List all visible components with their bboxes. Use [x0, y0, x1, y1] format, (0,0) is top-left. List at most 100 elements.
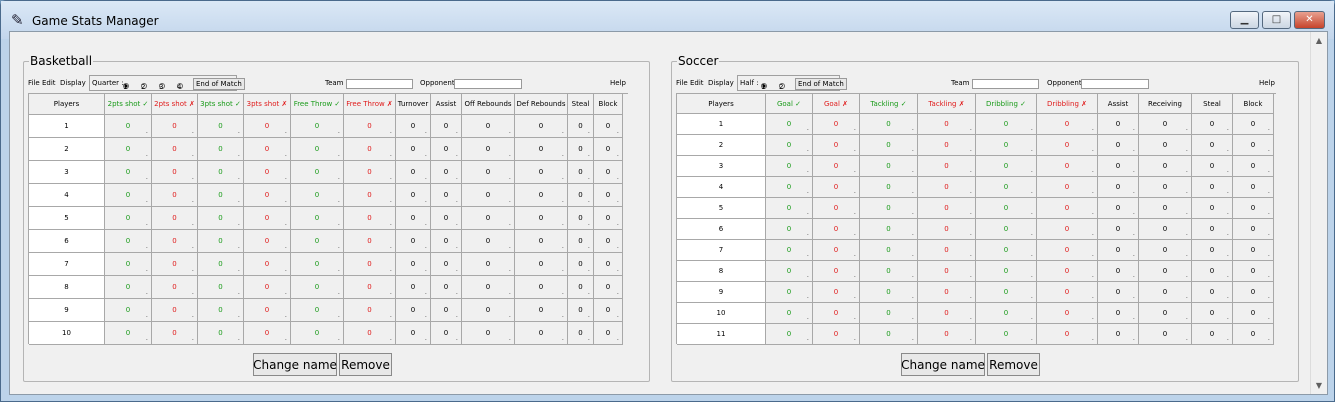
basketball-stat-cell[interactable]: 0.: [291, 230, 344, 253]
soccer-stat-cell[interactable]: 0.: [1098, 240, 1139, 261]
soccer-stat-cell[interactable]: 0.: [1139, 240, 1192, 261]
soccer-stat-cell[interactable]: 0.: [860, 177, 918, 198]
basketball-stat-cell[interactable]: 0.: [515, 299, 568, 322]
basketball-player-name-cell[interactable]: 8: [29, 276, 105, 299]
basketball-stat-cell[interactable]: 0.: [396, 276, 431, 299]
basketball-stat-cell[interactable]: 0.: [244, 253, 291, 276]
soccer-stat-cell[interactable]: 0.: [1192, 240, 1233, 261]
soccer-stat-cell[interactable]: 0.: [1098, 282, 1139, 303]
soccer-stat-cell[interactable]: 0.: [813, 177, 860, 198]
soccer-stat-cell[interactable]: 0.: [1192, 114, 1233, 135]
soccer-stat-cell[interactable]: 0.: [918, 198, 976, 219]
soccer-stat-cell[interactable]: 0.: [1233, 282, 1274, 303]
basketball-stat-cell[interactable]: 0.: [152, 138, 198, 161]
basketball-opponent-input[interactable]: [454, 79, 522, 89]
basketball-stat-cell[interactable]: 0.: [244, 322, 291, 345]
basketball-stat-cell[interactable]: 0.: [462, 184, 515, 207]
basketball-stat-cell[interactable]: 0.: [594, 299, 623, 322]
soccer-menu-edit[interactable]: Edit: [690, 79, 704, 87]
basketball-stat-cell[interactable]: 0.: [568, 322, 594, 345]
soccer-stat-cell[interactable]: 0.: [1192, 261, 1233, 282]
basketball-stat-cell[interactable]: 0.: [244, 184, 291, 207]
soccer-stat-cell[interactable]: 0.: [1098, 114, 1139, 135]
basketball-stat-cell[interactable]: 0.: [462, 322, 515, 345]
basketball-stat-cell[interactable]: 0.: [396, 184, 431, 207]
basketball-stat-cell[interactable]: 0.: [431, 161, 462, 184]
basketball-stat-cell[interactable]: 0.: [515, 276, 568, 299]
soccer-player-name-cell[interactable]: 11: [677, 324, 766, 345]
basketball-stat-cell[interactable]: 0.: [291, 299, 344, 322]
basketball-stat-cell[interactable]: 0.: [396, 230, 431, 253]
soccer-stat-cell[interactable]: 0.: [918, 240, 976, 261]
basketball-stat-cell[interactable]: 0.: [198, 253, 244, 276]
basketball-stat-cell[interactable]: 0.: [594, 207, 623, 230]
scroll-up-icon[interactable]: ▲: [1311, 32, 1327, 49]
basketball-stat-cell[interactable]: 0.: [198, 115, 244, 138]
basketball-stat-cell[interactable]: 0.: [291, 138, 344, 161]
basketball-stat-cell[interactable]: 0.: [198, 230, 244, 253]
soccer-stat-cell[interactable]: 0.: [918, 135, 976, 156]
basketball-player-name-cell[interactable]: 4: [29, 184, 105, 207]
scroll-down-icon[interactable]: ▼: [1311, 377, 1327, 394]
basketball-stat-cell[interactable]: 0.: [462, 161, 515, 184]
soccer-stat-cell[interactable]: 0.: [813, 135, 860, 156]
basketball-stat-cell[interactable]: 0.: [462, 299, 515, 322]
basketball-stat-cell[interactable]: 0.: [594, 184, 623, 207]
basketball-change-name-button[interactable]: Change name: [253, 353, 337, 376]
basketball-stat-cell[interactable]: 0.: [198, 161, 244, 184]
basketball-stat-cell[interactable]: 0.: [462, 230, 515, 253]
soccer-stat-cell[interactable]: 0.: [1139, 177, 1192, 198]
basketball-stat-cell[interactable]: 0.: [462, 276, 515, 299]
soccer-stat-cell[interactable]: 0.: [1192, 219, 1233, 240]
soccer-player-name-cell[interactable]: 1: [677, 114, 766, 135]
basketball-stat-cell[interactable]: 0.: [396, 207, 431, 230]
basketball-stat-cell[interactable]: 0.: [344, 230, 396, 253]
soccer-stat-cell[interactable]: 0.: [813, 114, 860, 135]
basketball-stat-cell[interactable]: 0.: [431, 115, 462, 138]
basketball-stat-cell[interactable]: 0.: [105, 322, 152, 345]
basketball-stat-cell[interactable]: 0.: [396, 161, 431, 184]
basketball-stat-cell[interactable]: 0.: [431, 299, 462, 322]
soccer-menu-display[interactable]: Display: [708, 79, 734, 87]
basketball-player-name-cell[interactable]: 6: [29, 230, 105, 253]
basketball-stat-cell[interactable]: 0.: [462, 138, 515, 161]
soccer-player-name-cell[interactable]: 3: [677, 156, 766, 177]
basketball-stat-cell[interactable]: 0.: [244, 230, 291, 253]
soccer-stat-cell[interactable]: 0.: [1192, 135, 1233, 156]
basketball-menu-file[interactable]: File: [28, 79, 40, 87]
soccer-stat-cell[interactable]: 0.: [766, 198, 813, 219]
soccer-stat-cell[interactable]: 0.: [1192, 156, 1233, 177]
soccer-stat-cell[interactable]: 0.: [860, 261, 918, 282]
soccer-stat-cell[interactable]: 0.: [1233, 135, 1274, 156]
basketball-menu-display[interactable]: Display: [60, 79, 86, 87]
basketball-stat-cell[interactable]: 0.: [198, 207, 244, 230]
basketball-stat-cell[interactable]: 0.: [105, 253, 152, 276]
soccer-stat-cell[interactable]: 0.: [860, 156, 918, 177]
soccer-stat-cell[interactable]: 0.: [918, 177, 976, 198]
soccer-stat-cell[interactable]: 0.: [1139, 135, 1192, 156]
soccer-stat-cell[interactable]: 0.: [918, 156, 976, 177]
soccer-stat-cell[interactable]: 0.: [766, 219, 813, 240]
soccer-change-name-button[interactable]: Change name: [901, 353, 985, 376]
basketball-menu-edit[interactable]: Edit: [42, 79, 56, 87]
soccer-stat-cell[interactable]: 0.: [1037, 219, 1098, 240]
soccer-stat-cell[interactable]: 0.: [1037, 156, 1098, 177]
basketball-stat-cell[interactable]: 0.: [291, 161, 344, 184]
basketball-stat-cell[interactable]: 0.: [594, 276, 623, 299]
soccer-stat-cell[interactable]: 0.: [766, 324, 813, 345]
basketball-stat-cell[interactable]: 0.: [431, 207, 462, 230]
soccer-stat-cell[interactable]: 0.: [1098, 135, 1139, 156]
soccer-stat-cell[interactable]: 0.: [1037, 261, 1098, 282]
soccer-stat-cell[interactable]: 0.: [976, 240, 1037, 261]
basketball-stat-cell[interactable]: 0.: [568, 299, 594, 322]
basketball-stat-cell[interactable]: 0.: [396, 253, 431, 276]
basketball-stat-cell[interactable]: 0.: [431, 230, 462, 253]
basketball-stat-cell[interactable]: 0.: [152, 115, 198, 138]
basketball-stat-cell[interactable]: 0.: [515, 115, 568, 138]
basketball-stat-cell[interactable]: 0.: [152, 299, 198, 322]
basketball-stat-cell[interactable]: 0.: [568, 276, 594, 299]
soccer-stat-cell[interactable]: 0.: [1192, 282, 1233, 303]
basketball-player-name-cell[interactable]: 2: [29, 138, 105, 161]
soccer-opponent-input[interactable]: [1081, 79, 1149, 89]
soccer-stat-cell[interactable]: 0.: [1098, 324, 1139, 345]
